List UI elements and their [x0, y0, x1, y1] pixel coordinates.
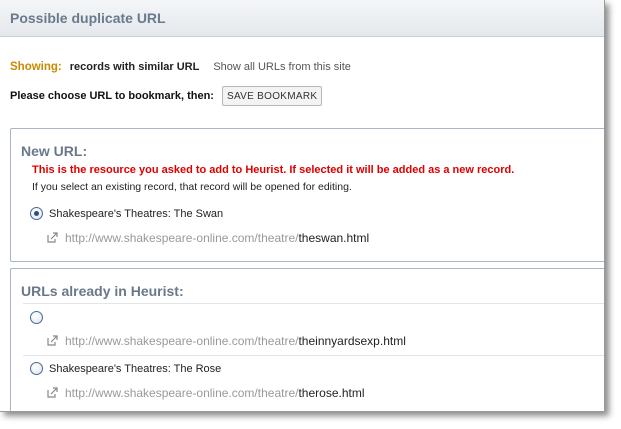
dialog-titlebar: Possible duplicate URL	[0, 0, 604, 37]
existing-url-file: theinnyardsexp.html	[298, 334, 406, 348]
choose-row: Please choose URL to bookmark, then: SAV…	[10, 86, 323, 106]
filter-row: Showing: records with similar URL Show a…	[10, 61, 351, 73]
existing-url-option[interactable]	[30, 311, 49, 324]
existing-url-file: therose.html	[298, 386, 365, 400]
new-url-file: theswan.html	[298, 231, 370, 245]
external-link-icon	[47, 386, 59, 398]
existing-url-title: Shakespeare's Theatres: The Rose	[49, 362, 222, 375]
new-url-panel: New URL: This is the resource you asked …	[10, 128, 604, 262]
existing-url-link[interactable]: http://www.shakespeare-online.com/theatr…	[47, 333, 406, 348]
existing-url-prefix: http://www.shakespeare-online.com/theatr…	[65, 334, 299, 348]
duplicate-url-dialog: Possible duplicate URL Showing: records …	[0, 0, 605, 412]
new-url-heading: New URL:	[21, 143, 88, 159]
showing-filter-current: records with similar URL	[69, 61, 200, 73]
new-url-option-title: Shakespeare's Theatres: The Swan	[49, 207, 224, 220]
existing-url-radio[interactable]	[30, 362, 43, 375]
existing-url-option[interactable]: Shakespeare's Theatres: The Rose	[30, 362, 221, 375]
new-url-info: If you select an existing record, that r…	[32, 181, 352, 193]
save-bookmark-button[interactable]: SAVE BOOKMARK	[221, 86, 323, 106]
new-url-link[interactable]: http://www.shakespeare-online.com/theatr…	[47, 230, 369, 245]
new-url-option[interactable]: Shakespeare's Theatres: The Swan	[30, 207, 223, 220]
showing-label: Showing:	[10, 61, 62, 73]
external-link-icon	[47, 231, 59, 243]
divider	[23, 355, 604, 356]
external-link-icon	[47, 334, 59, 346]
new-url-prefix: http://www.shakespeare-online.com/theatr…	[65, 231, 299, 245]
existing-urls-heading: URLs already in Heurist:	[21, 283, 184, 299]
existing-urls-panel: URLs already in Heurist: http://www.shak…	[10, 268, 604, 411]
choose-instruction: Please choose URL to bookmark, then:	[10, 90, 214, 102]
existing-url-radio[interactable]	[30, 311, 43, 324]
divider	[23, 303, 604, 304]
new-url-radio[interactable]	[30, 207, 43, 220]
existing-url-prefix: http://www.shakespeare-online.com/theatr…	[65, 386, 299, 400]
new-url-warning: This is the resource you asked to add to…	[32, 164, 515, 176]
dialog-title: Possible duplicate URL	[10, 10, 166, 26]
show-all-urls-link[interactable]: Show all URLs from this site	[213, 61, 351, 73]
existing-url-link[interactable]: http://www.shakespeare-online.com/theatr…	[47, 385, 365, 400]
